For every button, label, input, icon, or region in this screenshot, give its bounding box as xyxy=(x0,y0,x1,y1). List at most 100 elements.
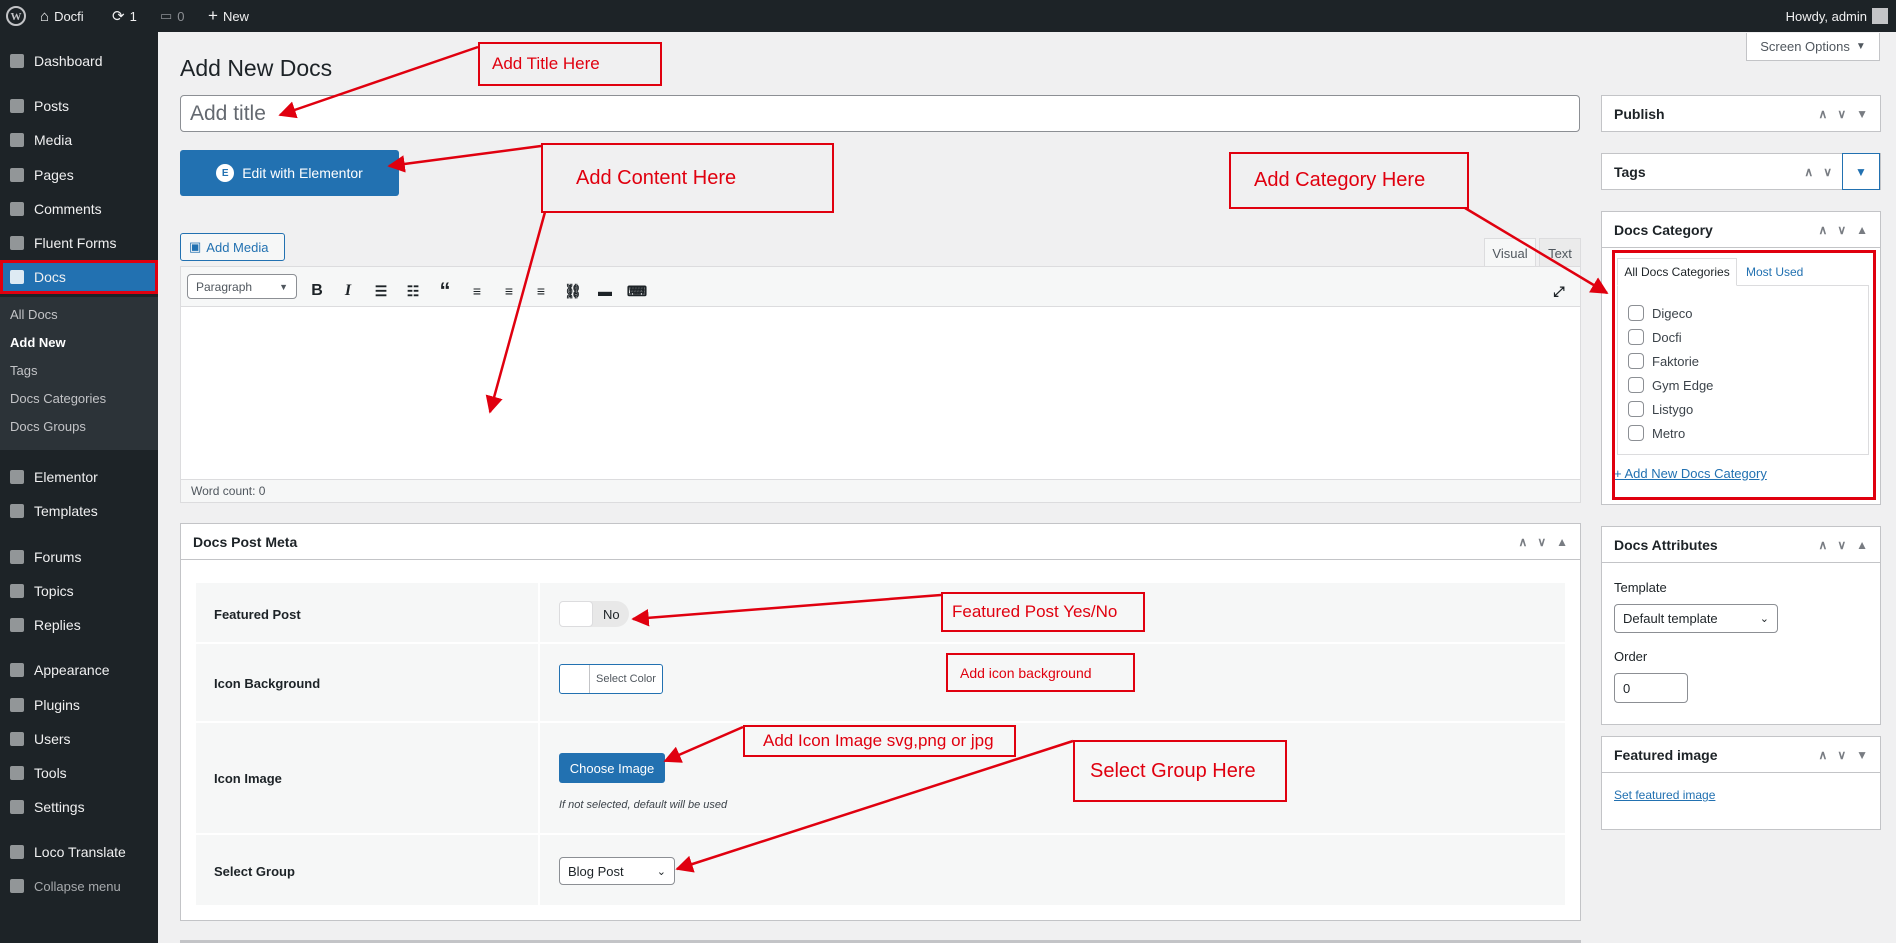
align-left-icon[interactable]: ≡ xyxy=(467,281,487,301)
pin-icon xyxy=(0,99,34,113)
numbered-list-icon[interactable]: ☷ xyxy=(403,281,423,301)
italic-icon[interactable]: I xyxy=(338,281,358,301)
submenu-item-docs-categories[interactable]: Docs Categories xyxy=(10,391,106,406)
group-select[interactable]: Blog Post ⌄ xyxy=(559,857,675,885)
svg-text:W: W xyxy=(11,11,22,23)
select-group-row: Select Group Blog Post ⌄ xyxy=(196,835,1565,905)
move-up-icon[interactable]: ∧ xyxy=(1819,223,1828,237)
dashboard-icon xyxy=(0,54,34,68)
move-up-icon[interactable]: ∧ xyxy=(1804,165,1813,179)
order-input[interactable]: 0 xyxy=(1614,673,1688,703)
new-content-link[interactable]: + New xyxy=(208,0,249,32)
folder-icon xyxy=(0,504,34,518)
link-icon[interactable]: ⛓ xyxy=(563,281,583,301)
chevron-down-icon: ⌄ xyxy=(1759,613,1769,625)
move-up-icon[interactable]: ∧ xyxy=(1519,535,1528,549)
add-media-button[interactable]: ▣ Add Media xyxy=(180,233,285,261)
sidebar-item-users[interactable]: Users xyxy=(0,722,158,756)
submenu-item-docs-groups[interactable]: Docs Groups xyxy=(10,419,86,434)
tab-visual[interactable]: Visual xyxy=(1484,238,1536,267)
sidebar-item-media[interactable]: Media xyxy=(0,123,158,157)
screen-options-button[interactable]: Screen Options ▼ xyxy=(1746,33,1880,61)
submenu-item-all-docs[interactable]: All Docs xyxy=(10,307,58,322)
annotation-icon-image: Add Icon Image svg,png or jpg xyxy=(743,725,1016,757)
sidebar-item-appearance[interactable]: Appearance xyxy=(0,653,158,687)
submenu-item-tags[interactable]: Tags xyxy=(10,363,37,378)
bold-icon[interactable]: B xyxy=(307,281,327,301)
tab-text[interactable]: Text xyxy=(1539,238,1581,267)
toggle-panel-icon[interactable]: ▼ xyxy=(1842,153,1880,190)
sidebar-item-comments[interactable]: Comments xyxy=(0,192,158,226)
annotation-category-highlight xyxy=(1612,250,1876,500)
caret-down-icon: ▼ xyxy=(1855,41,1866,52)
icon-image-note: If not selected, default will be used xyxy=(559,799,728,811)
template-select[interactable]: Default template ⌄ xyxy=(1614,604,1778,633)
sidebar-item-collapse-menu[interactable]: Collapse menu xyxy=(0,869,158,903)
featured-post-toggle[interactable]: No xyxy=(559,601,629,627)
edit-with-elementor-button[interactable]: E Edit with Elementor xyxy=(180,150,399,196)
toggle-panel-icon[interactable]: ▲ xyxy=(1856,538,1868,552)
add-media-icon: ▣ xyxy=(189,239,202,254)
sidebar-item-tools[interactable]: Tools xyxy=(0,756,158,790)
submenu-item-add-new[interactable]: Add New xyxy=(10,335,66,350)
collapse-icon xyxy=(0,879,34,893)
move-down-icon[interactable]: ∨ xyxy=(1823,165,1832,179)
set-featured-image-link[interactable]: Set featured image xyxy=(1614,788,1715,802)
select-color-button[interactable]: Select Color xyxy=(559,664,663,694)
bullet-list-icon[interactable]: ☰ xyxy=(371,281,391,301)
toggle-panel-icon[interactable]: ▼ xyxy=(1856,748,1868,762)
docs-icon xyxy=(0,270,34,284)
comments-link[interactable]: ▭ 0 xyxy=(160,0,185,32)
avatar xyxy=(1872,8,1888,24)
read-more-icon[interactable]: ▬ xyxy=(595,281,615,301)
page-title: Add New Docs xyxy=(180,55,333,81)
word-count: Word count: 0 xyxy=(181,479,1580,502)
move-down-icon[interactable]: ∨ xyxy=(1537,535,1546,549)
sidebar-item-topics[interactable]: Topics xyxy=(0,574,158,608)
sidebar-item-templates[interactable]: Templates xyxy=(0,494,158,528)
plugin-icon xyxy=(0,698,34,712)
fullscreen-icon[interactable]: ⤢ xyxy=(1549,281,1569,301)
plus-icon: + xyxy=(208,6,218,25)
featured-image-box: Featured image ∧ ∨ ▼ Set featured image xyxy=(1601,736,1881,830)
move-down-icon[interactable]: ∨ xyxy=(1837,538,1846,552)
sidebar-item-forums[interactable]: Forums xyxy=(0,540,158,574)
blockquote-icon[interactable]: “ xyxy=(435,278,455,303)
move-up-icon[interactable]: ∧ xyxy=(1819,538,1828,552)
forums-icon xyxy=(0,550,34,564)
sidebar-item-replies[interactable]: Replies xyxy=(0,608,158,642)
sidebar-item-loco-translate[interactable]: Loco Translate xyxy=(0,835,158,869)
align-right-icon[interactable]: ≡ xyxy=(531,281,551,301)
wordpress-logo-icon[interactable]: W xyxy=(6,0,26,32)
move-down-icon[interactable]: ∨ xyxy=(1837,748,1846,762)
account-menu[interactable]: Howdy, admin xyxy=(1786,0,1888,32)
updates-link[interactable]: ⟳ 1 xyxy=(112,0,137,32)
comments-icon xyxy=(0,202,34,216)
sidebar-item-posts[interactable]: Posts xyxy=(0,89,158,123)
title-input[interactable]: Add title xyxy=(180,95,1580,132)
sidebar-item-pages[interactable]: Pages xyxy=(0,158,158,192)
annotation-title: Add Title Here xyxy=(478,42,662,86)
toggle-panel-icon[interactable]: ▼ xyxy=(1856,107,1868,121)
sidebar-item-settings[interactable]: Settings xyxy=(0,790,158,824)
translate-icon xyxy=(0,845,34,859)
sidebar-item-fluent-forms[interactable]: Fluent Forms xyxy=(0,226,158,260)
align-center-icon[interactable]: ≡ xyxy=(499,281,519,301)
toggle-panel-icon[interactable]: ▲ xyxy=(1556,535,1568,549)
toggle-panel-icon[interactable]: ▲ xyxy=(1856,223,1868,237)
sidebar-item-docs[interactable]: Docs xyxy=(0,260,158,294)
annotation-category: Add Category Here xyxy=(1229,152,1469,209)
toolbar-toggle-icon[interactable]: ⌨ xyxy=(627,281,647,301)
sidebar-item-dashboard[interactable]: Dashboard xyxy=(0,44,158,78)
choose-image-button[interactable]: Choose Image xyxy=(559,753,665,783)
move-down-icon[interactable]: ∨ xyxy=(1837,223,1846,237)
format-select[interactable]: Paragraph ▼ xyxy=(187,274,297,299)
move-down-icon[interactable]: ∨ xyxy=(1837,107,1846,121)
sidebar-item-elementor[interactable]: Elementor xyxy=(0,460,158,494)
featured-post-row: Featured Post No xyxy=(196,583,1565,642)
tab-all-docs-categories[interactable]: All Docs Categories xyxy=(1617,258,1737,286)
move-up-icon[interactable]: ∧ xyxy=(1819,748,1828,762)
sidebar-item-plugins[interactable]: Plugins xyxy=(0,688,158,722)
move-up-icon[interactable]: ∧ xyxy=(1819,107,1828,121)
site-name-link[interactable]: ⌂ Docfi xyxy=(40,0,84,32)
